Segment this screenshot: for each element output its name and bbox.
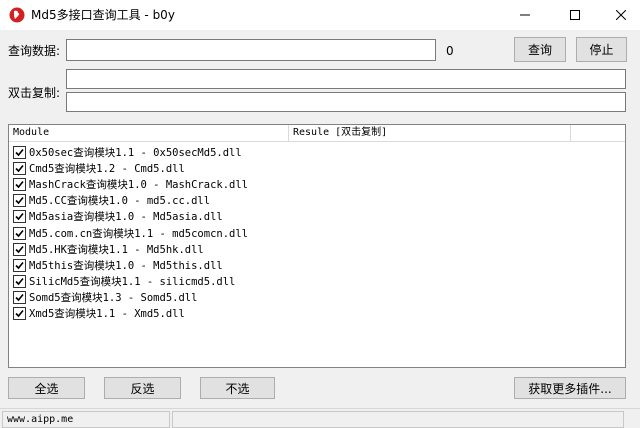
column-result[interactable]: Resule [双击复制] [289, 125, 571, 142]
stop-button[interactable]: 停止 [576, 37, 627, 62]
check-icon [15, 278, 24, 286]
module-label: Cmd5查询模块1.2 - Cmd5.dll [29, 162, 185, 175]
app-logo-icon [9, 7, 25, 23]
check-icon [15, 180, 24, 189]
module-checkbox[interactable] [13, 145, 26, 159]
module-checkbox[interactable] [13, 307, 26, 321]
module-label: Md5asia查询模块1.0 - Md5asia.dll [29, 211, 223, 224]
module-checkbox[interactable] [13, 210, 26, 224]
close-icon [616, 10, 626, 20]
status-bar: www.aipp.me [0, 408, 640, 428]
result-count: 0 [446, 44, 454, 58]
query-label: 查询数据: [8, 44, 61, 58]
status-website: www.aipp.me [2, 411, 170, 428]
module-label: Md5this查询模块1.0 - Md5this.dll [29, 259, 223, 272]
list-item[interactable]: Md5asia查询模块1.0 - Md5asia.dll [13, 209, 248, 225]
module-checkbox[interactable] [13, 242, 26, 256]
list-header: Module Resule [双击复制] [9, 125, 625, 142]
list-item[interactable]: Xmd5查询模块1.1 - Xmd5.dll [13, 306, 248, 322]
invert-selection-button[interactable]: 反选 [104, 377, 181, 399]
check-icon [15, 229, 24, 237]
title-bar: Md5多接口查询工具 - b0y [0, 0, 640, 30]
list-item[interactable]: MashCrack查询模块1.0 - MashCrack.dll [13, 176, 248, 192]
minimize-button[interactable] [502, 0, 548, 30]
maximize-button[interactable] [552, 0, 598, 30]
copy-field-2[interactable] [66, 92, 626, 112]
module-checkbox[interactable] [13, 291, 26, 305]
check-icon [15, 164, 24, 172]
module-label: MashCrack查询模块1.0 - MashCrack.dll [29, 178, 249, 191]
select-all-button[interactable]: 全选 [8, 377, 85, 399]
list-item[interactable]: Md5.HK查询模块1.1 - Md5hk.dll [13, 241, 248, 257]
list-item[interactable]: SilicMd5查询模块1.1 - silicmd5.dll [13, 274, 248, 290]
copy-field-1[interactable] [66, 69, 626, 89]
column-module[interactable]: Module [9, 125, 289, 142]
module-checkbox[interactable] [13, 275, 26, 289]
module-label: Md5.CC查询模块1.0 - md5.cc.dll [29, 195, 211, 208]
window-title: Md5多接口查询工具 - b0y [31, 8, 175, 22]
query-input[interactable] [66, 39, 436, 61]
module-label: Md5.com.cn查询模块1.1 - md5comcn.dll [29, 227, 249, 240]
check-icon [15, 261, 24, 270]
list-rows: 0x50sec查询模块1.1 - 0x50secMd5.dll Cmd5查询模块1… [13, 144, 248, 322]
select-none-button[interactable]: 不选 [200, 377, 275, 399]
list-item[interactable]: Md5.CC查询模块1.0 - md5.cc.dll [13, 193, 248, 209]
minimize-icon [520, 14, 530, 16]
list-item[interactable]: Md5this查询模块1.0 - Md5this.dll [13, 257, 248, 273]
check-icon [15, 245, 24, 253]
check-icon [15, 197, 24, 205]
check-icon [15, 148, 24, 156]
check-icon [15, 294, 24, 302]
close-button[interactable] [598, 0, 640, 30]
module-label: Somd5查询模块1.3 - Somd5.dll [29, 292, 198, 305]
module-checkbox[interactable] [13, 177, 26, 191]
copy-label: 双击复制: [8, 86, 61, 100]
more-plugins-button[interactable]: 获取更多插件... [514, 377, 626, 399]
list-item[interactable]: Cmd5查询模块1.2 - Cmd5.dll [13, 160, 248, 176]
module-list[interactable]: Module Resule [双击复制] 0x50sec查询模块1.1 - 0x… [8, 124, 626, 368]
module-checkbox[interactable] [13, 226, 26, 240]
check-icon [15, 310, 24, 318]
maximize-icon [570, 10, 580, 20]
module-label: SilicMd5查询模块1.1 - silicmd5.dll [29, 276, 236, 289]
module-label: Xmd5查询模块1.1 - Xmd5.dll [29, 308, 185, 321]
status-message [172, 411, 624, 428]
module-checkbox[interactable] [13, 258, 26, 272]
list-item[interactable]: 0x50sec查询模块1.1 - 0x50secMd5.dll [13, 144, 248, 160]
module-checkbox[interactable] [13, 161, 26, 175]
module-label: 0x50sec查询模块1.1 - 0x50secMd5.dll [29, 146, 242, 159]
check-icon [15, 213, 24, 221]
module-checkbox[interactable] [13, 194, 26, 208]
module-label: Md5.HK查询模块1.1 - Md5hk.dll [29, 243, 204, 256]
list-item[interactable]: Md5.com.cn查询模块1.1 - md5comcn.dll [13, 225, 248, 241]
query-button[interactable]: 查询 [514, 37, 566, 62]
list-item[interactable]: Somd5查询模块1.3 - Somd5.dll [13, 290, 248, 306]
